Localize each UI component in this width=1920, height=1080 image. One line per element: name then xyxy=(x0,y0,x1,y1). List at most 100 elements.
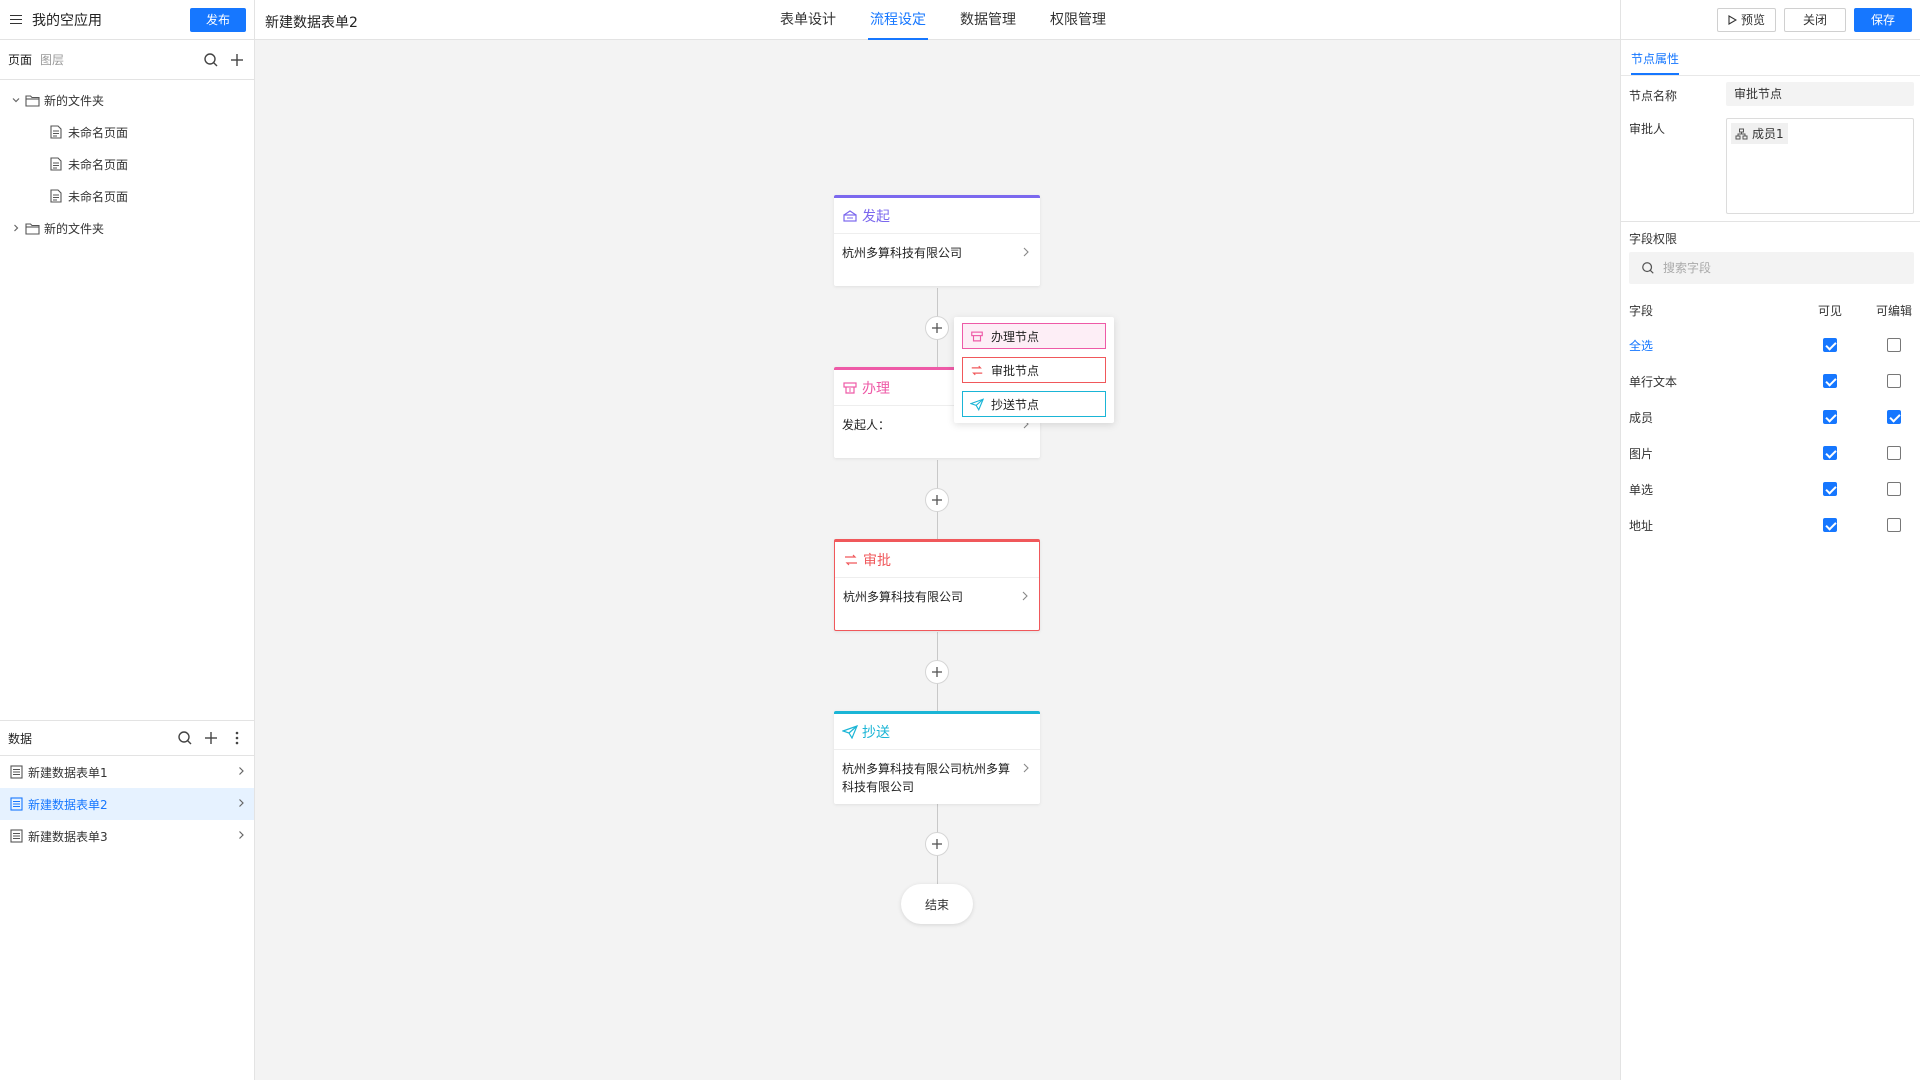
editable-checkbox[interactable] xyxy=(1887,337,1901,352)
app-bar: 我的空应用 发布 xyxy=(0,0,254,40)
approver-tag-label: 成员1 xyxy=(1752,127,1784,141)
field-name: 单选 xyxy=(1629,483,1654,497)
data-list-item[interactable]: 新建数据表单3 xyxy=(0,820,254,852)
file-icon xyxy=(48,124,64,140)
table-form-icon xyxy=(8,828,24,844)
plus-icon xyxy=(932,839,942,849)
file-icon xyxy=(48,188,64,204)
chevron-right-icon[interactable] xyxy=(236,765,246,779)
editable-checkbox[interactable] xyxy=(1887,517,1901,532)
menu-item-cc-node[interactable]: 抄送节点 xyxy=(962,391,1106,417)
pages-pane-header: 页面 图层 xyxy=(0,40,254,80)
node-body: 杭州多算科技有限公司杭州多算科技有限公司 xyxy=(834,750,1040,804)
end-label: 结束 xyxy=(924,897,949,912)
tree-page[interactable]: 未命名页面 xyxy=(0,148,254,180)
tab-data-management[interactable]: 数据管理 xyxy=(958,0,1018,40)
preview-button[interactable]: 预览 xyxy=(1716,7,1776,32)
visible-checkbox[interactable] xyxy=(1823,517,1837,532)
menu-item-approve-node[interactable]: 审批节点 xyxy=(962,357,1106,383)
save-button[interactable]: 保存 xyxy=(1853,7,1912,32)
col-editable: 可编辑 xyxy=(1875,304,1912,318)
add-icon[interactable] xyxy=(202,729,220,747)
approver-tag[interactable]: 成员1 xyxy=(1731,123,1788,144)
publish-button[interactable]: 发布 xyxy=(190,7,246,32)
chevron-right-icon[interactable] xyxy=(8,223,24,233)
editable-checkbox[interactable] xyxy=(1887,481,1901,496)
flow-node-cc[interactable]: 抄送 杭州多算科技有限公司杭州多算科技有限公司 xyxy=(834,711,1040,804)
tree-folder[interactable]: 新的文件夹 xyxy=(0,84,254,116)
search-icon[interactable] xyxy=(202,51,220,69)
flow-node-end[interactable]: 结束 xyxy=(901,884,973,924)
approver-field[interactable]: 成员1 xyxy=(1726,118,1914,214)
data-pane-header: 数据 xyxy=(0,720,254,756)
search-icon xyxy=(1642,262,1654,274)
node-content: 杭州多算科技有限公司 xyxy=(843,590,964,604)
node-title: 发起 xyxy=(862,208,890,225)
editable-checkbox[interactable] xyxy=(1887,445,1901,460)
action-bar: 预览 关闭 保存 xyxy=(1621,0,1920,40)
data-pane-title: 数据 xyxy=(8,731,33,746)
preview-label: 预览 xyxy=(1740,13,1765,27)
tab-permission-management[interactable]: 权限管理 xyxy=(1048,0,1108,40)
visible-checkbox[interactable] xyxy=(1823,481,1837,496)
chevron-down-icon[interactable] xyxy=(8,95,24,105)
table-row: 成员 xyxy=(1629,409,1912,429)
send-icon xyxy=(969,396,985,412)
tab-pages[interactable]: 页面 xyxy=(8,51,32,68)
plus-icon xyxy=(932,323,942,333)
field-search-box xyxy=(1629,252,1914,284)
menu-item-label: 办理节点 xyxy=(991,329,1040,344)
visible-checkbox[interactable] xyxy=(1823,445,1837,460)
table-row: 地址 xyxy=(1629,517,1912,537)
chevron-right-icon[interactable] xyxy=(236,797,246,811)
flow-node-approve[interactable]: 审批 杭州多算科技有限公司 xyxy=(834,539,1040,631)
file-icon xyxy=(48,156,64,172)
tab-form-design[interactable]: 表单设计 xyxy=(778,0,838,40)
node-name-field[interactable]: 审批节点 xyxy=(1726,82,1914,106)
handle-icon xyxy=(842,380,858,396)
node-content: 杭州多算科技有限公司杭州多算科技有限公司 xyxy=(842,762,1011,794)
tab-node-properties[interactable]: 节点属性 xyxy=(1631,50,1680,75)
add-node-button[interactable] xyxy=(925,316,949,340)
send-icon xyxy=(842,724,858,740)
data-list-item[interactable]: 新建数据表单1 xyxy=(0,756,254,788)
menu-icon[interactable] xyxy=(8,12,24,28)
close-button[interactable]: 关闭 xyxy=(1783,7,1846,32)
chevron-right-icon[interactable] xyxy=(1021,588,1029,606)
chevron-right-icon[interactable] xyxy=(1022,244,1030,262)
field-name: 地址 xyxy=(1629,519,1654,533)
add-node-button[interactable] xyxy=(925,660,949,684)
menu-item-handle-node[interactable]: 办理节点 xyxy=(962,323,1106,349)
node-title: 抄送 xyxy=(862,724,890,741)
field-name: 单行文本 xyxy=(1629,375,1678,389)
tree-folder[interactable]: 新的文件夹 xyxy=(0,212,254,244)
add-node-button[interactable] xyxy=(925,488,949,512)
editable-checkbox[interactable] xyxy=(1887,409,1901,424)
flow-canvas: 发起 杭州多算科技有限公司 办理 发起人： 办理节点 审批节点 抄送节点 审批 … xyxy=(255,40,1620,1080)
approve-icon xyxy=(843,552,859,568)
search-icon[interactable] xyxy=(176,729,194,747)
tab-flow-settings[interactable]: 流程设定 xyxy=(868,0,928,40)
tree-item-label: 未命名页面 xyxy=(68,125,129,140)
chevron-right-icon[interactable] xyxy=(1022,760,1030,778)
data-list-item[interactable]: 新建数据表单2 xyxy=(0,788,254,820)
editable-checkbox[interactable] xyxy=(1887,373,1901,388)
tree-page[interactable]: 未命名页面 xyxy=(0,116,254,148)
chevron-right-icon[interactable] xyxy=(236,829,246,843)
add-icon[interactable] xyxy=(228,51,246,69)
tab-layers[interactable]: 图层 xyxy=(40,51,64,68)
nav-tabs: 表单设计 流程设定 数据管理 权限管理 xyxy=(778,0,1108,40)
approve-icon xyxy=(969,362,985,378)
add-node-button[interactable] xyxy=(925,832,949,856)
tree-item-label: 新的文件夹 xyxy=(44,93,105,108)
tree-item-label: 未命名页面 xyxy=(68,189,129,204)
tree-page[interactable]: 未命名页面 xyxy=(0,180,254,212)
more-vertical-icon[interactable] xyxy=(228,729,246,747)
field-search-input[interactable] xyxy=(1663,261,1883,275)
visible-checkbox[interactable] xyxy=(1823,373,1837,388)
visible-checkbox[interactable] xyxy=(1823,409,1837,424)
data-list-item-label: 新建数据表单3 xyxy=(28,829,108,844)
visible-checkbox[interactable] xyxy=(1823,337,1837,352)
flow-node-start[interactable]: 发起 杭州多算科技有限公司 xyxy=(834,195,1040,286)
field-name[interactable]: 全选 xyxy=(1629,339,1653,353)
